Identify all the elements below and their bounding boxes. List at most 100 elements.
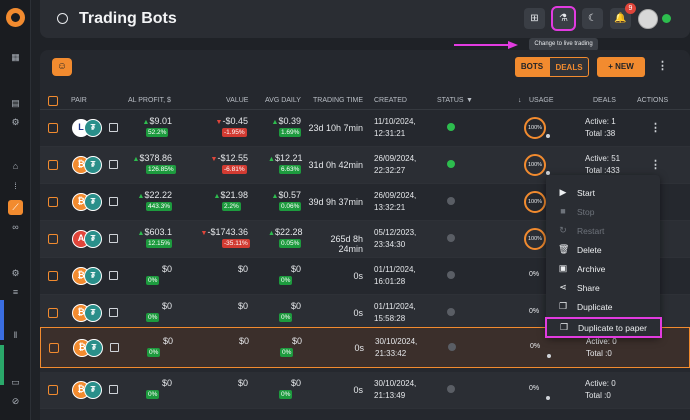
row-checkbox[interactable] (48, 234, 58, 244)
column-header-trading-time[interactable]: TRADING TIME (313, 97, 363, 104)
restart-icon: ↻ (559, 225, 567, 235)
usage-gauge: 100% (524, 191, 546, 213)
annotation-arrow (454, 41, 518, 49)
external-link-icon[interactable] (109, 308, 118, 317)
status-indicator[interactable] (447, 197, 455, 205)
menu-item-delete[interactable]: 🗑 Delete (546, 241, 660, 258)
external-link-icon[interactable] (109, 197, 118, 206)
sort-down-icon[interactable]: ↓ (518, 97, 522, 104)
flask-icon[interactable]: ⚗ (551, 6, 576, 31)
created-time: 16:01:28 (374, 277, 406, 286)
row-checkbox[interactable] (48, 123, 58, 133)
deals-active: Active: 0 (585, 379, 616, 388)
status-indicator[interactable] (447, 160, 455, 168)
menu-item-start[interactable]: ▶ Start (546, 184, 660, 201)
row-checkbox[interactable] (48, 197, 58, 207)
dashboard-icon[interactable]: ▦ (10, 52, 21, 63)
external-link-icon[interactable] (109, 234, 118, 243)
status-indicator[interactable] (447, 308, 455, 316)
row-checkbox[interactable] (48, 308, 58, 318)
pause-icon[interactable]: ‖ (10, 330, 21, 341)
bank-icon[interactable]: ⌂ (10, 161, 21, 172)
menu-item-label: Duplicate (577, 302, 613, 312)
menu-item-label: Start (577, 188, 595, 198)
created-time: 21:13:49 (374, 391, 406, 400)
table-row[interactable]: ₿ ₮ $0 0% $0 $0 0% 0s 30/10/2024, 21:13:… (40, 372, 690, 409)
value-amount: ▼-$1743.36 (200, 227, 248, 237)
new-bot-button[interactable]: + NEW (597, 57, 645, 77)
column-header-status[interactable]: STATUS (437, 97, 464, 104)
avg-daily-value: $0 (291, 336, 302, 346)
avg-daily-value: $0 (290, 378, 301, 388)
select-all-checkbox[interactable] (48, 96, 58, 106)
usage-marker (547, 354, 551, 358)
avatar[interactable] (638, 9, 658, 29)
column-header-profit[interactable]: AL PROFIT, $ (128, 97, 171, 104)
created-date: 30/10/2024, (375, 337, 418, 346)
column-header-actions[interactable]: ACTIONS (637, 97, 668, 104)
grid-icon[interactable]: ⁞ (10, 181, 21, 192)
column-header-usage[interactable]: USAGE (529, 97, 554, 104)
tether-icon: ₮ (84, 381, 102, 399)
row-checkbox[interactable] (48, 160, 58, 170)
settings-icon[interactable]: ⚙ (10, 117, 21, 128)
app-logo[interactable] (6, 8, 25, 27)
deals-tab[interactable]: DEALS (549, 57, 589, 77)
table-row[interactable]: L ₮ ▲$9.01 52.2% ▼-$0.45 -1.95% ▲$0.39 1… (40, 110, 690, 147)
created-time: 12:31:21 (374, 129, 406, 138)
avg-daily-value: ▲$0.39 (271, 116, 301, 126)
row-checkbox[interactable] (49, 343, 59, 353)
moon-icon[interactable]: ☾ (582, 8, 603, 29)
value-amount: $0 (237, 264, 248, 274)
status-indicator[interactable] (447, 123, 455, 131)
profit-percent: 52.2% (146, 128, 169, 137)
sidebar: ▦ ▤ ⚙ ⌂ ⁞ ⟋ ∞ ⚙ ≡ ‖ ▭ ⊘ (0, 0, 31, 420)
link-icon[interactable]: ∞ (10, 222, 21, 233)
attach-icon[interactable]: ⊘ (10, 396, 21, 407)
menu-item-archive[interactable]: ▣ Archive (546, 260, 660, 277)
filter-icon[interactable]: ≡ (10, 287, 21, 298)
chat-icon[interactable]: ▭ (10, 377, 21, 388)
add-box-icon[interactable]: ⊞ (524, 8, 545, 29)
menu-item-restart[interactable]: ↻ Restart (546, 222, 660, 239)
column-header-avg-daily[interactable]: AVG DAILY (265, 97, 301, 104)
bots-tab[interactable]: BOTS (515, 57, 549, 77)
profit-value: $0 (162, 336, 173, 346)
row-checkbox[interactable] (48, 271, 58, 281)
profit-value: ▲$603.1 (137, 227, 172, 237)
column-header-created[interactable]: CREATED (374, 97, 407, 104)
row-actions-icon[interactable]: ⋮ (650, 160, 661, 171)
row-actions-icon[interactable]: ⋮ (650, 123, 661, 134)
avg-daily-percent: 0% (279, 390, 293, 399)
column-header-deals[interactable]: DEALS (593, 97, 616, 104)
trading-time: 31d 0h 42min (308, 160, 363, 170)
menu-item-stop[interactable]: ■ Stop (546, 203, 660, 220)
external-link-icon[interactable] (109, 385, 118, 394)
avg-daily-percent: 6.63% (279, 165, 302, 174)
external-link-icon[interactable] (110, 343, 119, 352)
trading-time: 0s (353, 308, 363, 318)
status-indicator[interactable] (447, 385, 455, 393)
avg-daily-value: $0 (290, 264, 301, 274)
status-indicator[interactable] (447, 271, 455, 279)
menu-item-duplicate-to-paper[interactable]: ❐ Duplicate to paper (545, 317, 662, 338)
wallet-icon[interactable]: ▤ (10, 98, 21, 109)
external-link-icon[interactable] (109, 271, 118, 280)
more-options-icon[interactable]: ⋮ (657, 61, 668, 72)
avg-daily-percent: 0% (280, 348, 294, 357)
menu-item-duplicate[interactable]: ❐ Duplicate (546, 298, 660, 315)
external-link-icon[interactable] (109, 123, 118, 132)
menu-item-label: Stop (577, 207, 595, 217)
bots-icon[interactable]: ⟋ (8, 200, 23, 215)
gear-icon[interactable]: ⚙ (10, 268, 21, 279)
value-amount: ▼-$12.55 (210, 153, 248, 163)
filter-icon[interactable]: ▼ (466, 97, 473, 104)
row-checkbox[interactable] (48, 385, 58, 395)
menu-item-share[interactable]: ⋖ Share (546, 279, 660, 296)
status-indicator[interactable] (447, 234, 455, 242)
column-header-pair[interactable]: PAIR (71, 97, 87, 104)
column-header-value[interactable]: VALUE (226, 97, 248, 104)
external-link-icon[interactable] (109, 160, 118, 169)
avg-daily-percent: 1.69% (279, 128, 302, 137)
status-indicator[interactable] (448, 343, 456, 351)
